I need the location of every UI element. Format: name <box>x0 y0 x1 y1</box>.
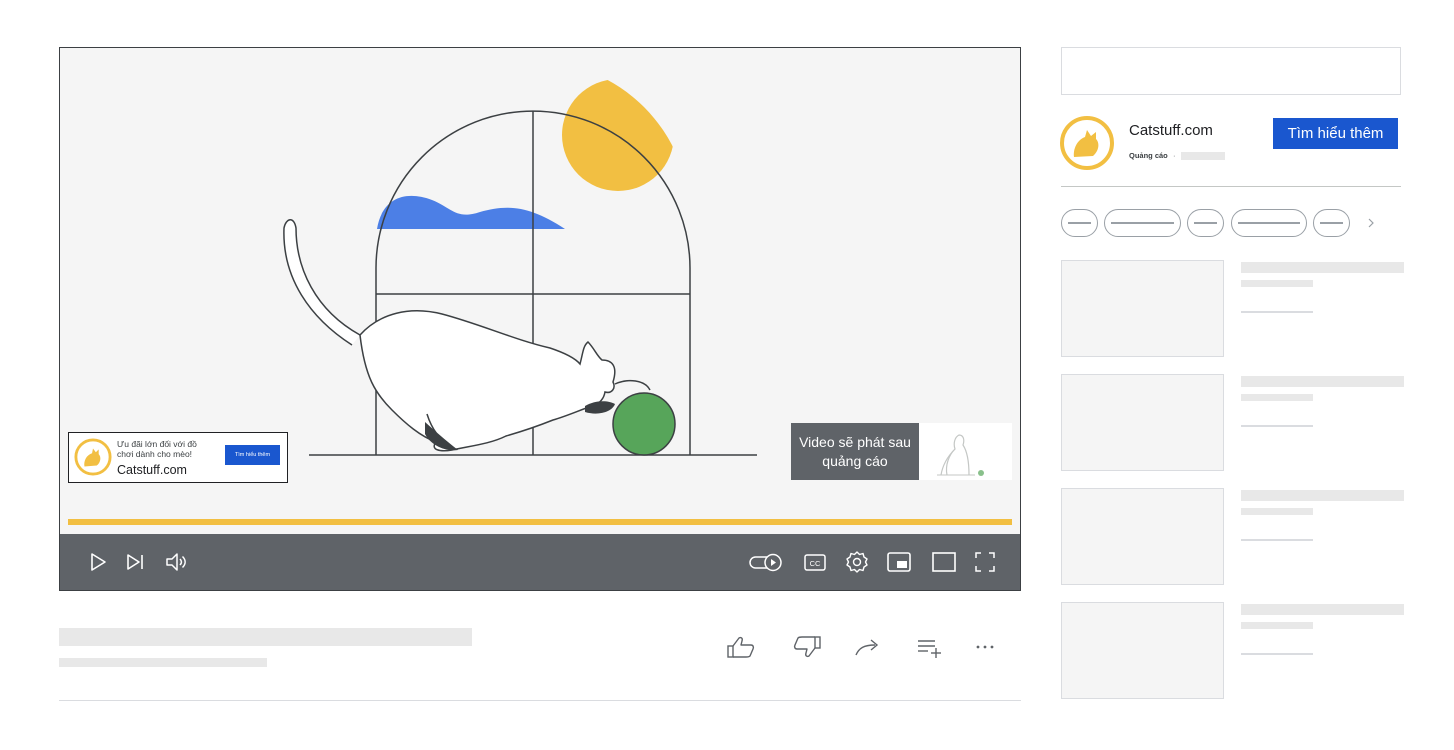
sun <box>562 79 674 191</box>
save-to-playlist-icon[interactable] <box>915 634 945 660</box>
autoplay-toggle-icon[interactable] <box>748 549 786 575</box>
related-video-thumbnail[interactable] <box>1061 488 1224 585</box>
video-after-ad-notice[interactable]: Video sẽ phát sau quảng cáo <box>791 423 919 480</box>
cat-tail <box>283 219 361 346</box>
related-video-thumbnail[interactable] <box>1061 260 1224 357</box>
related-video-title-placeholder <box>1241 604 1404 615</box>
related-video-title-placeholder <box>1241 376 1404 387</box>
overlay-ad-brand: Catstuff.com <box>117 463 187 477</box>
cat-body <box>359 310 616 452</box>
like-icon[interactable] <box>726 634 756 660</box>
sidebar-ad-brand: Catstuff.com <box>1129 122 1213 139</box>
sidebar-divider <box>1061 186 1401 187</box>
theater-mode-icon[interactable] <box>931 549 957 575</box>
video-title-placeholder <box>59 628 472 646</box>
share-icon[interactable] <box>853 634 883 660</box>
catstuff-logo-icon <box>74 438 112 476</box>
overlay-ad-learn-more-button[interactable]: Tìm hiểu thêm <box>225 445 280 465</box>
ad-progress-fill <box>68 519 1012 525</box>
overlay-ad-line-1: Ưu đãi lớn đối với đồ <box>117 439 197 449</box>
related-video-channel-placeholder <box>1241 508 1313 515</box>
chevron-right-icon[interactable] <box>1364 211 1378 235</box>
player-control-bar: CC <box>60 534 1020 590</box>
volume-icon[interactable] <box>163 549 189 575</box>
filter-chip[interactable] <box>1187 209 1224 237</box>
sidebar-companion-banner[interactable] <box>1061 47 1401 95</box>
filter-chip[interactable] <box>1104 209 1181 237</box>
filter-chip[interactable] <box>1313 209 1350 237</box>
ad-progress-bar[interactable] <box>68 519 1012 525</box>
sidebar-ad-separator: · <box>1173 151 1176 160</box>
filter-chip[interactable] <box>1061 209 1098 237</box>
fullscreen-icon[interactable] <box>972 549 998 575</box>
sidebar-learn-more-button[interactable]: Tìm hiểu thêm <box>1273 118 1398 149</box>
related-video-meta-placeholder <box>1241 311 1313 313</box>
dog-illustration-icon <box>937 434 984 476</box>
related-video-thumbnail[interactable] <box>1061 602 1224 699</box>
captions-icon[interactable]: CC <box>802 549 828 575</box>
filter-chip[interactable] <box>1231 209 1307 237</box>
sidebar-ad-url-placeholder <box>1181 152 1225 160</box>
related-video-meta-placeholder <box>1241 539 1313 541</box>
related-video-thumbnail[interactable] <box>1061 374 1224 471</box>
related-video-meta-placeholder <box>1241 653 1313 655</box>
sidebar-ad-label: Quảng cáo <box>1129 151 1168 160</box>
related-video-channel-placeholder <box>1241 280 1313 287</box>
play-icon[interactable] <box>84 549 110 575</box>
video-meta-placeholder <box>59 658 267 667</box>
miniplayer-icon[interactable] <box>886 549 912 575</box>
related-video-meta-placeholder <box>1241 425 1313 427</box>
settings-icon[interactable] <box>844 549 870 575</box>
more-icon[interactable] <box>970 634 1000 660</box>
dislike-icon[interactable] <box>792 634 822 660</box>
captions-label: CC <box>810 559 821 568</box>
video-player[interactable]: Ưu đãi lớn đối với đồ chơi dành cho mèo!… <box>59 47 1021 591</box>
related-video-channel-placeholder <box>1241 394 1313 401</box>
catstuff-logo-icon <box>1060 116 1114 170</box>
related-video-channel-placeholder <box>1241 622 1313 629</box>
next-video-thumbnail[interactable] <box>919 423 1012 480</box>
ball <box>612 392 676 456</box>
related-video-title-placeholder <box>1241 490 1404 501</box>
content-divider <box>59 700 1021 701</box>
cloud <box>377 195 565 229</box>
next-icon[interactable] <box>122 549 148 575</box>
overlay-ad-banner[interactable]: Ưu đãi lớn đối với đồ chơi dành cho mèo!… <box>68 432 288 483</box>
overlay-ad-line-2: chơi dành cho mèo! <box>117 449 193 459</box>
related-video-title-placeholder <box>1241 262 1404 273</box>
